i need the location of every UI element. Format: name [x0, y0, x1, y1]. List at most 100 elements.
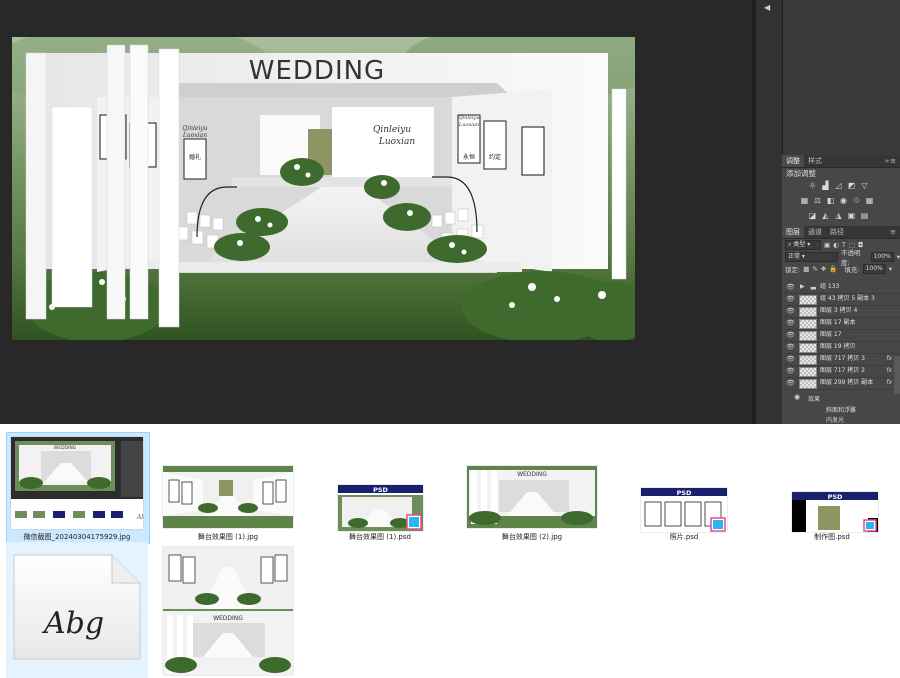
- filter-adjust-icon[interactable]: ◐: [833, 241, 839, 249]
- right-panel-text-b: 约定: [489, 153, 501, 161]
- stage-render-2-thumbnail[interactable]: WEDDING: [467, 466, 597, 528]
- layer-filter-value: 类型: [793, 241, 806, 248]
- channel-mixer-icon[interactable]: ♲: [852, 196, 861, 205]
- tab-adjustments[interactable]: 调整: [782, 155, 804, 167]
- blend-mode-select[interactable]: 正常 ▾: [785, 252, 839, 262]
- collapse-arrows-icon[interactable]: ◀: [764, 3, 776, 13]
- layer-name: 组 43 拷贝 5 副本 3: [820, 295, 875, 302]
- production-psd-thumbnail[interactable]: PSD: [792, 492, 878, 532]
- levels-icon[interactable]: ▟: [821, 181, 830, 190]
- black-white-icon[interactable]: ◧: [826, 196, 835, 205]
- font-preview-text: Abg: [41, 606, 104, 641]
- filter-pixel-icon[interactable]: ▣: [824, 241, 830, 249]
- fx-icon[interactable]: fx: [886, 377, 892, 389]
- threshold-icon[interactable]: ◮: [834, 211, 843, 220]
- back-sign-script-top: Qinleiyu: [373, 125, 411, 135]
- layer-row[interactable]: 👁 图层 299 拷贝 副本 fx: [782, 377, 900, 390]
- stage-render-tall-thumbnail[interactable]: WEDDING: [163, 547, 293, 675]
- visibility-eye-icon[interactable]: 👁: [786, 281, 795, 293]
- psd-badge: PSD: [677, 489, 692, 497]
- layer-filter-select[interactable]: ⌕ 类型 ▾: [785, 240, 821, 250]
- lock-all-icon[interactable]: 🔒: [829, 265, 837, 273]
- layer-thumbnail: [799, 295, 817, 305]
- visibility-eye-icon[interactable]: 👁: [786, 341, 795, 353]
- fill-label: 填充:: [844, 266, 860, 274]
- file-name: 舞台效果图 (2).jpg: [501, 533, 563, 541]
- brightness-icon[interactable]: ☼: [808, 181, 817, 190]
- layer-name: 图层 17: [820, 331, 842, 338]
- tab-channels[interactable]: 通道: [804, 226, 826, 238]
- adjustments-tabbar: 调整 样式 »≡: [782, 155, 900, 168]
- lock-transparent-icon[interactable]: ▩: [803, 265, 809, 273]
- visibility-eye-icon[interactable]: 👁: [786, 317, 795, 329]
- tab-styles[interactable]: 样式: [804, 155, 826, 167]
- visibility-eye-icon[interactable]: 👁: [786, 293, 795, 305]
- font-file-icon[interactable]: Abg: [12, 553, 142, 661]
- invert-icon[interactable]: ◪: [808, 211, 817, 220]
- layer-name: 图层 717 拷贝 3: [820, 355, 865, 362]
- fx-icon[interactable]: fx: [886, 365, 892, 377]
- visibility-eye-icon[interactable]: 👁: [786, 305, 795, 317]
- effect-bevel-emboss[interactable]: 斜面和浮雕: [826, 405, 856, 414]
- collapsed-panel-strip: ◀: [756, 0, 783, 424]
- photoshop-window: Qinleiyu Luoxian 婚礼 Qinleiyu Luoxian 永恒 …: [0, 0, 900, 424]
- layer-thumbnail: [799, 307, 817, 317]
- file-name: 制作图.psd: [814, 533, 850, 541]
- opacity-field[interactable]: 100%: [870, 252, 894, 262]
- panel-menu-icon[interactable]: »≡: [885, 155, 900, 167]
- file-name: 照片.psd: [669, 533, 699, 541]
- file-name: 舞台效果图 (1).psd: [349, 533, 411, 541]
- gradient-map-icon[interactable]: ▣: [847, 211, 856, 220]
- posterize-icon[interactable]: ◭: [821, 211, 830, 220]
- selective-color-icon[interactable]: ▤: [860, 211, 869, 220]
- adjustments-row-2: ▦ ⚖ ◧ ◉ ♲ ▦: [800, 196, 900, 206]
- color-balance-icon[interactable]: ⚖: [813, 196, 822, 205]
- layer-name: 图层 19 拷贝: [820, 343, 856, 350]
- tall-render-headline: WEDDING: [213, 615, 243, 622]
- lock-image-icon[interactable]: ✎: [812, 265, 817, 273]
- visibility-eye-icon[interactable]: 👁: [786, 353, 795, 365]
- color-lookup-icon[interactable]: ▦: [865, 196, 874, 205]
- visibility-eye-icon[interactable]: 👁: [786, 365, 795, 377]
- psd-badge: PSD: [828, 493, 843, 501]
- hue-saturation-icon[interactable]: ▦: [800, 196, 809, 205]
- layer-thumbnail: [799, 379, 817, 389]
- file-name: 舞台效果图 (1).jpg: [197, 533, 259, 541]
- render2-headline: WEDDING: [517, 471, 547, 478]
- stage-render-1-thumbnail[interactable]: [163, 466, 293, 528]
- file-name: 微信截图_20240304175929.jpg: [23, 533, 131, 541]
- lock-label: 锁定:: [785, 266, 801, 274]
- right-panel-text-a: 永恒: [463, 153, 475, 161]
- tab-layers[interactable]: 图层: [782, 226, 804, 238]
- layer-name: 图层 299 拷贝 副本: [820, 379, 874, 386]
- layer-thumbnail: [799, 355, 817, 365]
- layers-menu-icon[interactable]: ≡: [890, 226, 900, 238]
- right-sign-script-top: Qinleiyu: [458, 115, 479, 121]
- fill-field[interactable]: 100%: [862, 264, 886, 274]
- effect-inner-glow[interactable]: 内发光: [826, 415, 844, 424]
- lock-position-icon[interactable]: ✥: [821, 265, 826, 273]
- blend-row: 正常 ▾ 不透明度: 100% ▾: [782, 249, 900, 267]
- visibility-eye-icon[interactable]: 👁: [786, 377, 795, 389]
- left-sign-script-bottom: Luoxian: [182, 132, 207, 139]
- wedding-headline: WEDDING: [249, 56, 385, 86]
- layer-name: 图层 17 副本: [820, 319, 856, 326]
- vibrance-icon[interactable]: ▽: [860, 181, 869, 190]
- mini-font-preview: Abg: [136, 514, 143, 521]
- photo-filter-icon[interactable]: ◉: [839, 196, 848, 205]
- blend-mode-value: 正常: [788, 253, 801, 260]
- exposure-icon[interactable]: ◩: [847, 181, 856, 190]
- adjustments-title: 添加调整: [786, 169, 816, 178]
- fx-icon[interactable]: fx: [886, 353, 892, 365]
- photo-psd-thumbnail[interactable]: PSD: [641, 488, 727, 532]
- expand-arrow-icon[interactable]: ▶: [800, 281, 805, 293]
- tab-paths[interactable]: 路径: [826, 226, 848, 238]
- stage-render-1-psd-thumbnail[interactable]: PSD: [338, 485, 423, 531]
- back-sign-script-bottom: Luoxian: [378, 137, 416, 147]
- visibility-eye-icon[interactable]: 👁: [786, 329, 795, 341]
- effects-label[interactable]: 效果: [808, 394, 820, 403]
- curves-icon[interactable]: ◿: [834, 181, 843, 190]
- fill-dropdown-icon[interactable]: ▾: [889, 265, 892, 273]
- effects-eye-icon[interactable]: ◉: [794, 393, 800, 401]
- layers-scrollbar[interactable]: [894, 356, 900, 394]
